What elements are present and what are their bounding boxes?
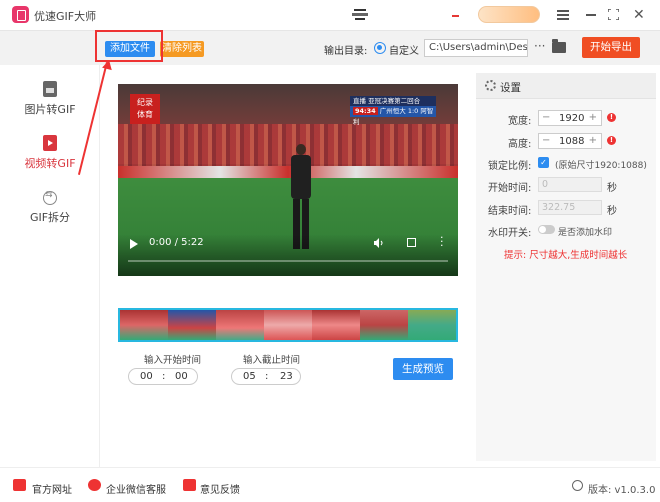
volume-icon[interactable]: [374, 238, 384, 248]
video-player[interactable]: 纪录 体育 直播 亚冠决赛第二回合 94:34 广州恒大 1:0 阿智利 0:0…: [118, 84, 458, 276]
decrement-icon[interactable]: −: [542, 135, 550, 146]
sidebar-item-gif-split[interactable]: GIF拆分: [0, 190, 100, 225]
more-options-icon[interactable]: · · ·: [440, 232, 444, 251]
promo-button[interactable]: [478, 6, 540, 23]
scoreboard: 直播 亚冠决赛第二回合 94:34 广州恒大 1:0 阿智利: [350, 96, 436, 126]
website-icon: [13, 479, 26, 491]
frame-strip[interactable]: [118, 308, 458, 342]
watermark-toggle[interactable]: [538, 225, 555, 234]
height-stepper[interactable]: − 1088 +: [538, 133, 602, 149]
warning-icon: !: [607, 113, 616, 122]
score-time: 94:34: [353, 107, 378, 115]
warning-icon: !: [607, 136, 616, 145]
title-bar: 优速GIF大师 ✕: [0, 0, 660, 30]
start-time-setting-input[interactable]: 0: [538, 177, 602, 192]
watermark-note: 是否添加水印: [558, 228, 613, 238]
end-time-setting-label: 结束时间:: [488, 206, 532, 217]
menu-icon[interactable]: [557, 10, 569, 20]
score-title: 直播 亚冠决赛第二回合: [350, 96, 436, 106]
gear-icon: [485, 80, 496, 91]
watermark-label: 水印开关:: [488, 228, 532, 239]
feedback-link[interactable]: 意见反馈: [200, 481, 240, 496]
split-icon: [43, 190, 57, 205]
highlight-annotation: [95, 30, 163, 62]
height-value[interactable]: 1088: [559, 136, 584, 147]
lock-ratio-checkbox[interactable]: ✓: [538, 157, 549, 168]
start-time-setting-label: 开始时间:: [488, 183, 532, 194]
version-text: 版本: v1.0.3.0: [588, 485, 656, 496]
image-file-icon: [43, 81, 57, 97]
website-link[interactable]: 官方网址: [32, 481, 72, 496]
settings-panel: 设置 宽度: − 1920 + ! 高度: − 1088 + ! 锁定比例: ✓…: [476, 73, 656, 461]
sidebar-item-label: 视频转GIF: [24, 157, 76, 170]
output-path-input[interactable]: C:\Users\admin\Deskto: [424, 39, 528, 57]
size-tip: 提示: 尺寸越大,生成时间越长: [504, 250, 628, 261]
channel-logo: 纪录 体育: [130, 94, 160, 124]
lock-ratio-note: (原始尺寸1920:1088): [555, 161, 647, 171]
wechat-icon: [88, 479, 101, 491]
sidebar-item-image-to-gif[interactable]: 图片转GIF: [0, 81, 100, 117]
width-value[interactable]: 1920: [559, 113, 584, 124]
start-time-input[interactable]: 00 : 00: [128, 368, 198, 385]
increment-icon[interactable]: +: [589, 112, 597, 123]
time-sep: :: [162, 371, 166, 382]
video-time: 0:00 / 5:22: [149, 237, 204, 248]
seconds-unit: 秒: [607, 206, 617, 217]
version-icon: [572, 480, 583, 491]
decrement-icon[interactable]: −: [542, 112, 550, 123]
custom-radio[interactable]: [374, 42, 386, 54]
close-icon[interactable]: ✕: [633, 8, 645, 22]
custom-radio-label: 自定义: [389, 46, 419, 57]
settings-header: 设置: [476, 73, 656, 99]
sidebar-item-label: GIF拆分: [29, 211, 71, 224]
end-time-input[interactable]: 05 : 23: [231, 368, 301, 385]
app-title: 优速GIF大师: [34, 10, 97, 23]
footer: 官方网址 企业微信客服 意见反馈 版本: v1.0.3.0: [0, 467, 660, 502]
fullscreen-icon[interactable]: [608, 9, 619, 20]
video-file-icon: [43, 135, 57, 151]
generate-preview-button[interactable]: 生成预览: [393, 358, 453, 380]
start-min[interactable]: 00: [140, 371, 153, 382]
folder-icon[interactable]: [552, 39, 566, 53]
start-export-button[interactable]: 开始导出: [582, 37, 640, 58]
start-time-label: 输入开始时间: [144, 355, 202, 366]
width-stepper[interactable]: − 1920 +: [538, 110, 602, 126]
video-progress-bar[interactable]: [128, 260, 448, 262]
more-button[interactable]: ···: [534, 39, 545, 53]
score-line: 94:34 广州恒大 1:0 阿智利: [350, 106, 436, 126]
width-label: 宽度:: [508, 116, 532, 127]
notice-dash-icon: [452, 15, 459, 17]
sidebar: 图片转GIF 视频转GIF GIF拆分: [0, 65, 100, 467]
end-min[interactable]: 05: [243, 371, 256, 382]
sidebar-item-label: 图片转GIF: [24, 103, 76, 116]
height-label: 高度:: [508, 139, 532, 150]
settings-title: 设置: [500, 82, 521, 94]
end-sec[interactable]: 23: [280, 371, 293, 382]
minimize-icon[interactable]: [586, 14, 596, 16]
end-time-label: 输入截止时间: [243, 355, 301, 366]
time-sep: :: [265, 371, 269, 382]
play-icon[interactable]: [130, 239, 138, 249]
seconds-unit: 秒: [607, 183, 617, 194]
brand-mark-icon: [352, 9, 368, 20]
fullscreen-video-icon[interactable]: [407, 238, 416, 247]
clear-list-button[interactable]: 清除列表: [160, 41, 204, 57]
feedback-icon: [183, 479, 196, 491]
output-dir-label: 输出目录:: [324, 46, 368, 57]
lock-ratio-label: 锁定比例:: [488, 161, 532, 172]
app-logo-icon: [12, 6, 29, 23]
end-time-setting-input[interactable]: 322.75: [538, 200, 602, 215]
start-sec[interactable]: 00: [175, 371, 188, 382]
increment-icon[interactable]: +: [589, 135, 597, 146]
wechat-service-link[interactable]: 企业微信客服: [106, 481, 166, 496]
